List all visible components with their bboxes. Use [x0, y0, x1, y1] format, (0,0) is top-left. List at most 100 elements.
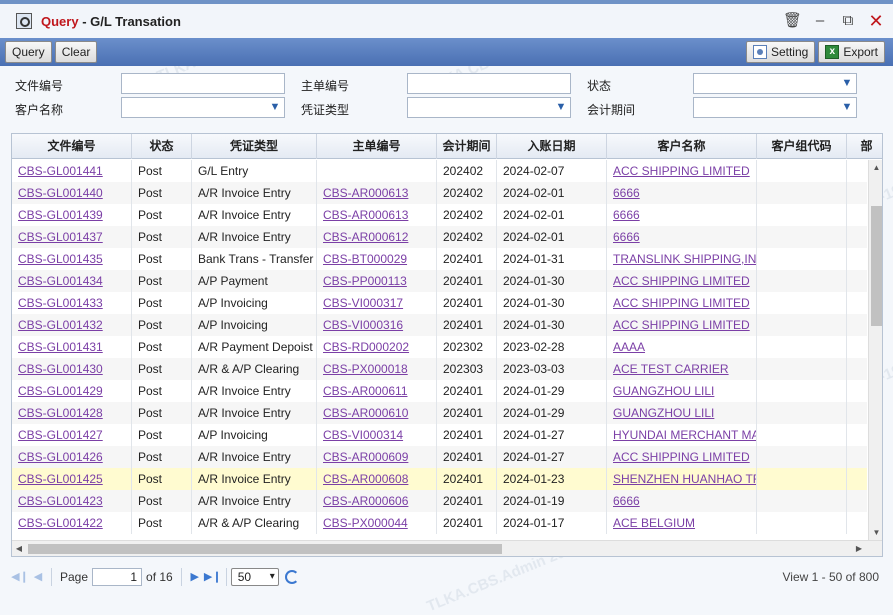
table-cell[interactable]: CBS-GL001433: [18, 296, 103, 310]
table-row[interactable]: CBS-GL001425 Post A/R Invoice Entry CBS-AR0…: [12, 468, 867, 490]
table-row[interactable]: CBS-GL001423 Post A/R Invoice Entry CBS-AR0…: [12, 490, 867, 512]
table-row[interactable]: CBS-GL001430 Post A/R & A/P Clearing CBS-PX…: [12, 358, 867, 380]
table-cell[interactable]: AAAA: [613, 340, 645, 354]
table-cell[interactable]: ACC SHIPPING LIMITED: [613, 274, 750, 288]
scroll-left-icon[interactable]: ◀: [12, 541, 26, 556]
export-button[interactable]: x Export: [818, 41, 885, 63]
table-cell[interactable]: ACC SHIPPING LIMITED: [613, 318, 750, 332]
table-cell[interactable]: CBS-GL001422: [18, 516, 103, 530]
table-cell[interactable]: CBS-GL001431: [18, 340, 103, 354]
table-cell[interactable]: CBS-GL001440: [18, 186, 103, 200]
table-cell[interactable]: ACC SHIPPING LIMITED: [613, 450, 750, 464]
page-number-input[interactable]: 1: [92, 568, 143, 586]
table-cell[interactable]: CBS-VI000317: [323, 296, 403, 310]
table-cell[interactable]: CBS-AR000610: [323, 406, 408, 420]
table-cell[interactable]: CBS-VI000314: [323, 428, 403, 442]
horizontal-scrollbar[interactable]: ◀ ▶: [12, 540, 882, 556]
table-cell[interactable]: ACE TEST CARRIER: [613, 362, 729, 376]
table-cell[interactable]: CBS-GL001423: [18, 494, 103, 508]
scroll-right-icon[interactable]: ▶: [852, 541, 866, 556]
table-cell[interactable]: CBS-GL001429: [18, 384, 103, 398]
prev-page-icon[interactable]: ◀: [29, 568, 47, 586]
table-row[interactable]: CBS-GL001431 Post A/R Payment Depoist CBS-R…: [12, 336, 867, 358]
table-row[interactable]: CBS-GL001441 Post G/L Entry 202402 2024-02-0…: [12, 160, 867, 182]
table-cell[interactable]: CBS-AR000611: [323, 384, 408, 398]
table-cell[interactable]: CBS-BT000029: [323, 252, 407, 266]
table-row[interactable]: CBS-GL001432 Post A/P Invoicing CBS-VI00031…: [12, 314, 867, 336]
table-row[interactable]: CBS-GL001422 Post A/R & A/P Clearing CBS-PX…: [12, 512, 867, 534]
master-no-input[interactable]: [407, 73, 571, 94]
table-cell[interactable]: CBS-AR000613: [323, 186, 408, 200]
table-cell[interactable]: CBS-GL001427: [18, 428, 103, 442]
first-page-icon[interactable]: ◀❙: [11, 568, 29, 586]
doc-no-input[interactable]: [121, 73, 285, 94]
customer-select[interactable]: ▼: [121, 97, 285, 118]
column-header[interactable]: 部: [847, 134, 882, 159]
table-cell[interactable]: HYUNDAI MERCHANT MA: [613, 428, 756, 442]
column-header[interactable]: 主单编号: [317, 134, 437, 159]
table-cell[interactable]: ACC SHIPPING LIMITED: [613, 296, 750, 310]
table-row[interactable]: CBS-GL001435 Post Bank Trans - Transfer CBS…: [12, 248, 867, 270]
scroll-up-icon[interactable]: ▲: [869, 160, 882, 175]
table-cell[interactable]: CBS-GL001425: [18, 472, 103, 486]
minimize-icon[interactable]: –: [811, 12, 829, 30]
table-cell[interactable]: ACE BELGIUM: [613, 516, 695, 530]
column-header[interactable]: 状态: [132, 134, 192, 159]
table-row[interactable]: CBS-GL001437 Post A/R Invoice Entry CBS-AR0…: [12, 226, 867, 248]
table-cell[interactable]: CBS-AR000613: [323, 208, 408, 222]
column-header[interactable]: 会计期间: [437, 134, 497, 159]
table-cell[interactable]: CBS-PP000113: [323, 274, 407, 288]
period-select[interactable]: ▼: [693, 97, 857, 118]
table-cell[interactable]: CBS-AR000606: [323, 494, 408, 508]
table-cell[interactable]: GUANGZHOU LILI: [613, 384, 714, 398]
table-row[interactable]: CBS-GL001433 Post A/P Invoicing CBS-VI00031…: [12, 292, 867, 314]
query-button[interactable]: Query: [5, 41, 52, 63]
table-cell[interactable]: CBS-GL001426: [18, 450, 103, 464]
refresh-icon[interactable]: [284, 570, 299, 584]
maximize-icon[interactable]: ⧉: [839, 12, 857, 30]
table-cell[interactable]: CBS-PX000018: [323, 362, 408, 376]
table-row[interactable]: CBS-GL001429 Post A/R Invoice Entry CBS-AR0…: [12, 380, 867, 402]
last-page-icon[interactable]: ▶❙: [204, 568, 222, 586]
table-cell[interactable]: CBS-GL001437: [18, 230, 103, 244]
table-cell[interactable]: CBS-PX000044: [323, 516, 408, 530]
table-cell[interactable]: CBS-GL001441: [18, 164, 103, 178]
table-cell[interactable]: 6666: [613, 208, 640, 222]
table-cell[interactable]: CBS-GL001430: [18, 362, 103, 376]
column-header[interactable]: 凭证类型: [192, 134, 317, 159]
table-cell[interactable]: CBS-AR000608: [323, 472, 408, 486]
table-cell[interactable]: SHENZHEN HUANHAO TR: [613, 472, 756, 486]
table-cell[interactable]: CBS-GL001439: [18, 208, 103, 222]
close-icon[interactable]: ✕: [867, 12, 885, 30]
table-cell[interactable]: ACC SHIPPING LIMITED: [613, 164, 750, 178]
table-row[interactable]: CBS-GL001440 Post A/R Invoice Entry CBS-AR0…: [12, 182, 867, 204]
column-header[interactable]: 客户名称: [607, 134, 757, 159]
table-cell[interactable]: GUANGZHOU LILI: [613, 406, 714, 420]
table-cell[interactable]: CBS-VI000316: [323, 318, 403, 332]
table-row[interactable]: CBS-GL001426 Post A/R Invoice Entry CBS-AR0…: [12, 446, 867, 468]
scroll-down-icon[interactable]: ▼: [869, 525, 882, 540]
table-row[interactable]: CBS-GL001439 Post A/R Invoice Entry CBS-AR0…: [12, 204, 867, 226]
setting-button[interactable]: Setting: [745, 41, 816, 63]
table-cell[interactable]: CBS-AR000612: [323, 230, 408, 244]
next-page-icon[interactable]: ▶: [186, 568, 204, 586]
table-cell[interactable]: 6666: [613, 494, 640, 508]
table-cell[interactable]: CBS-RD000202: [323, 340, 409, 354]
table-cell[interactable]: 6666: [613, 186, 640, 200]
table-row[interactable]: CBS-GL001427 Post A/P Invoicing CBS-VI00031…: [12, 424, 867, 446]
table-row[interactable]: CBS-GL001434 Post A/P Payment CBS-PP000113 2…: [12, 270, 867, 292]
table-cell[interactable]: CBS-GL001432: [18, 318, 103, 332]
column-header[interactable]: 文件编号: [12, 134, 132, 159]
clear-button[interactable]: Clear: [54, 41, 98, 63]
vertical-scroll-thumb[interactable]: [871, 206, 882, 326]
table-cell[interactable]: CBS-GL001428: [18, 406, 103, 420]
trash-icon[interactable]: 🗑: [783, 12, 802, 30]
table-cell[interactable]: CBS-GL001434: [18, 274, 103, 288]
column-header[interactable]: 客户组代码: [757, 134, 847, 159]
page-size-select[interactable]: 50: [230, 568, 279, 586]
table-cell[interactable]: CBS-GL001435: [18, 252, 103, 266]
table-row[interactable]: CBS-GL001428 Post A/R Invoice Entry CBS-AR0…: [12, 402, 867, 424]
status-select[interactable]: ▼: [693, 73, 857, 94]
horizontal-scroll-thumb[interactable]: [28, 544, 502, 554]
vertical-scrollbar[interactable]: ▲ ▼: [868, 160, 882, 540]
